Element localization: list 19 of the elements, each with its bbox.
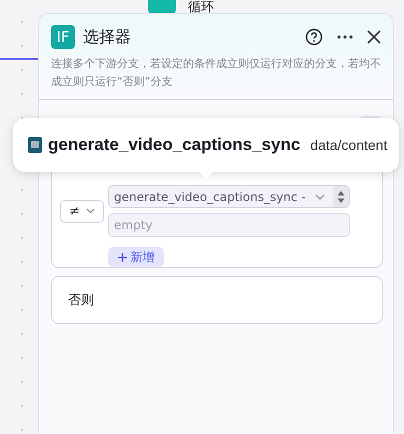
variable-name: generate_video_captions_sync — [48, 135, 300, 155]
stepper-icon[interactable] — [337, 190, 345, 204]
variable-select[interactable]: generate_video_captions_sync - — [108, 185, 350, 208]
node-logo: IF — [51, 25, 75, 49]
panel-title: 选择器 — [83, 26, 132, 48]
node-title: 循环 — [188, 0, 214, 16]
value-input[interactable]: empty — [108, 213, 350, 237]
node-icon — [28, 137, 42, 153]
help-icon[interactable] — [305, 28, 323, 46]
panel-description: 连接多个下游分支，若设定的条件成立则仅运行对应的分支，若均不成立则只运行“否则”分支 — [50, 56, 382, 90]
chevron-icon — [86, 208, 95, 214]
close-icon[interactable] — [367, 30, 381, 44]
more-icon[interactable] — [337, 35, 353, 39]
add-button[interactable]: 新增 — [108, 247, 164, 267]
else-label: 否则 — [68, 292, 94, 309]
plus-icon — [118, 252, 126, 262]
variable-path: data/content — [310, 137, 388, 153]
chevron-icon — [315, 194, 325, 200]
operator-select[interactable]: ≠ — [60, 200, 104, 222]
